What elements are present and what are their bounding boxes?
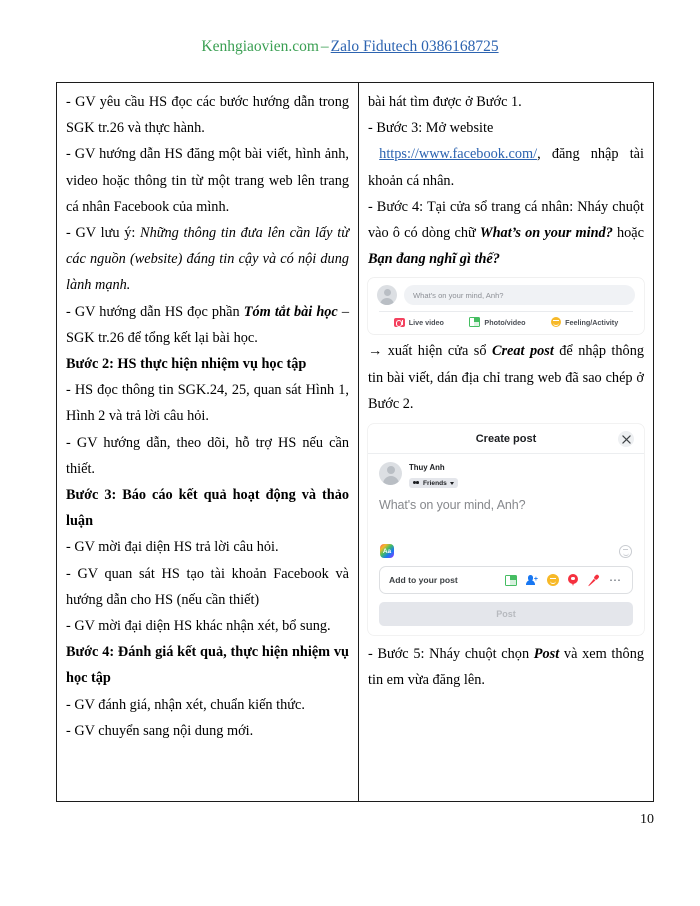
live-audio-icon[interactable]: [587, 574, 600, 587]
dialog-tools-row: Aa: [379, 544, 633, 559]
paragraph-creat-post: → xuất hiện cửa sổ Creat post để nhập th…: [368, 338, 644, 417]
page-header: Kenhgiaovien.com – Zalo Fidutech 038616872…: [0, 38, 700, 56]
site-name: Kenhgiaovien.com: [201, 38, 319, 55]
user-name: Thuy Anh: [409, 463, 445, 473]
fb-composer-card: What's on your mind, Anh? Live video Pho…: [368, 278, 644, 335]
paragraph: - GV hướng dẫn HS đăng một bài viết, hìn…: [66, 146, 349, 215]
status-input-placeholder: What's on your mind, Anh?: [413, 290, 504, 300]
dialog-header: Create post: [368, 424, 644, 455]
paragraph: https://www.facebook.com/, đăng nhập tài…: [368, 141, 644, 193]
paragraph: - GV mời đại diện HS khác nhận xét, bổ s…: [66, 618, 331, 635]
table-cell-right: bài hát tìm được ở Bước 1. - Bước 3: Mở …: [359, 83, 653, 801]
paragraph-buoc-4: - Bước 4: Tại cửa sổ trang cá nhân: Nháy…: [368, 194, 644, 273]
dialog-title: Create post: [475, 432, 537, 445]
paragraph-buoc-5: - Bước 5: Nháy chuột chọn Post và xem th…: [368, 641, 644, 693]
heading-buoc-3: Bước 3: Báo cáo kết quả hoạt động và thả…: [66, 487, 349, 530]
more-options-icon[interactable]: ⋯: [609, 574, 622, 586]
paragraph-bold-italic: Tóm tắt bài học: [243, 303, 338, 320]
audience-label: Friends: [423, 479, 447, 487]
paragraph-lead: → xuất hiện cửa sổ: [368, 343, 492, 360]
live-video-icon: [393, 317, 405, 327]
live-video-button[interactable]: Live video: [393, 317, 444, 327]
paragraph: - GV hướng dẫn, theo dõi, hỗ trợ HS nếu …: [66, 434, 349, 477]
paragraph: - GV hướng dẫn HS đọc phần Tóm tắt bài h…: [66, 299, 349, 351]
paragraph: - GV quan sát HS tạo tài khoản Facebook …: [66, 565, 349, 608]
post-button[interactable]: Post: [379, 602, 633, 627]
text-style-icon[interactable]: Aa: [380, 544, 394, 559]
table-cell-left: - GV yêu cầu HS đọc các bước hướng dẫn t…: [57, 83, 359, 801]
fb-composer-row: What's on your mind, Anh?: [377, 285, 635, 306]
dialog-user-meta: Thuy Anh Friends: [409, 462, 458, 491]
add-to-your-post-icons: + ⋯: [505, 573, 622, 587]
paragraph-lead: - GV hướng dẫn HS đọc phần: [66, 303, 244, 320]
add-to-your-post-bar: Add to your post + ⋯: [379, 566, 633, 595]
paragraph: - GV đánh giá, nhận xét, chuẩn kiến thức…: [66, 696, 305, 713]
paragraph: bài hát tìm được ở Bước 1.: [368, 94, 522, 110]
page-number: 10: [640, 812, 654, 827]
photo-video-label: Photo/video: [484, 317, 526, 327]
photo-video-icon: [469, 317, 481, 328]
feeling-activity-button[interactable]: Feeling/Activity: [551, 317, 619, 328]
tag-people-icon[interactable]: +: [526, 575, 538, 586]
avatar-icon: [379, 462, 402, 486]
create-post-dialog-screenshot: Create post Thuy Anh Friends What's on y…: [368, 424, 644, 636]
emoji-icon[interactable]: [619, 544, 632, 558]
paragraph: - GV lưu ý: Những thông tin đưa lên cần …: [66, 220, 349, 299]
avatar-icon: [377, 285, 397, 306]
phrase-post: Post: [533, 646, 560, 663]
zalo-contact: Zalo Fidutech 0386168725: [330, 38, 499, 55]
chevron-down-icon: [449, 481, 454, 485]
paragraph: - HS đọc thông tin SGK.24, 25, quan sát …: [66, 382, 349, 425]
paragraph-buoc-3: - Bước 3: Mở website: [368, 120, 494, 137]
photo-video-icon[interactable]: [505, 574, 517, 586]
close-icon[interactable]: [618, 431, 634, 448]
feeling-activity-label: Feeling/Activity: [565, 317, 619, 327]
live-video-label: Live video: [408, 317, 444, 327]
status-input[interactable]: What's on your mind, Anh?: [404, 285, 635, 306]
audience-selector[interactable]: Friends: [409, 478, 458, 489]
add-to-your-post-label: Add to your post: [389, 575, 458, 586]
paragraph-lead: - Bước 5: Nháy chuột chọn: [368, 646, 534, 663]
feeling-activity-icon[interactable]: [547, 574, 559, 587]
phrase-whats-on-your-mind: What’s on your mind?: [479, 225, 613, 242]
dialog-user-row: Thuy Anh Friends: [379, 462, 633, 491]
dialog-body: Thuy Anh Friends What's on your mind, An…: [368, 454, 644, 627]
facebook-link[interactable]: https://www.facebook.com/: [379, 146, 537, 162]
check-in-icon[interactable]: [568, 573, 578, 587]
content-table: - GV yêu cầu HS đọc các bước hướng dẫn t…: [56, 82, 654, 802]
heading-buoc-4: Bước 4: Đánh giá kết quả, thực hiện nhiệ…: [66, 644, 349, 687]
header-separator: –: [320, 38, 329, 55]
friends-icon: [413, 480, 420, 486]
paragraph: - GV chuyển sang nội dung mới.: [66, 722, 254, 739]
fb-composer-actions: Live video Photo/video Feeling/Activity: [377, 317, 635, 328]
feeling-activity-icon: [551, 317, 562, 328]
post-textarea-placeholder: What's on your mind, Anh?: [379, 498, 526, 513]
divider: [379, 311, 633, 313]
paragraph: - GV mời đại diện HS trả lời câu hỏi.: [66, 539, 279, 556]
phrase-ban-dang-nghi-gi-the: Bạn đang nghĩ gì thế?: [368, 251, 500, 268]
phrase-creat-post: Creat post: [491, 343, 554, 360]
heading-buoc-2: Bước 2: HS thực hiện nhiệm vụ học tập: [66, 356, 307, 373]
facebook-composer-screenshot: What's on your mind, Anh? Live video Pho…: [368, 278, 644, 335]
paragraph: - GV yêu cầu HS đọc các bước hướng dẫn t…: [66, 94, 349, 137]
paragraph-lead: - GV lưu ý:: [66, 225, 141, 242]
photo-video-button[interactable]: Photo/video: [469, 317, 526, 328]
paragraph-mid: hoặc: [612, 225, 644, 242]
post-textarea[interactable]: What's on your mind, Anh?: [379, 498, 633, 512]
